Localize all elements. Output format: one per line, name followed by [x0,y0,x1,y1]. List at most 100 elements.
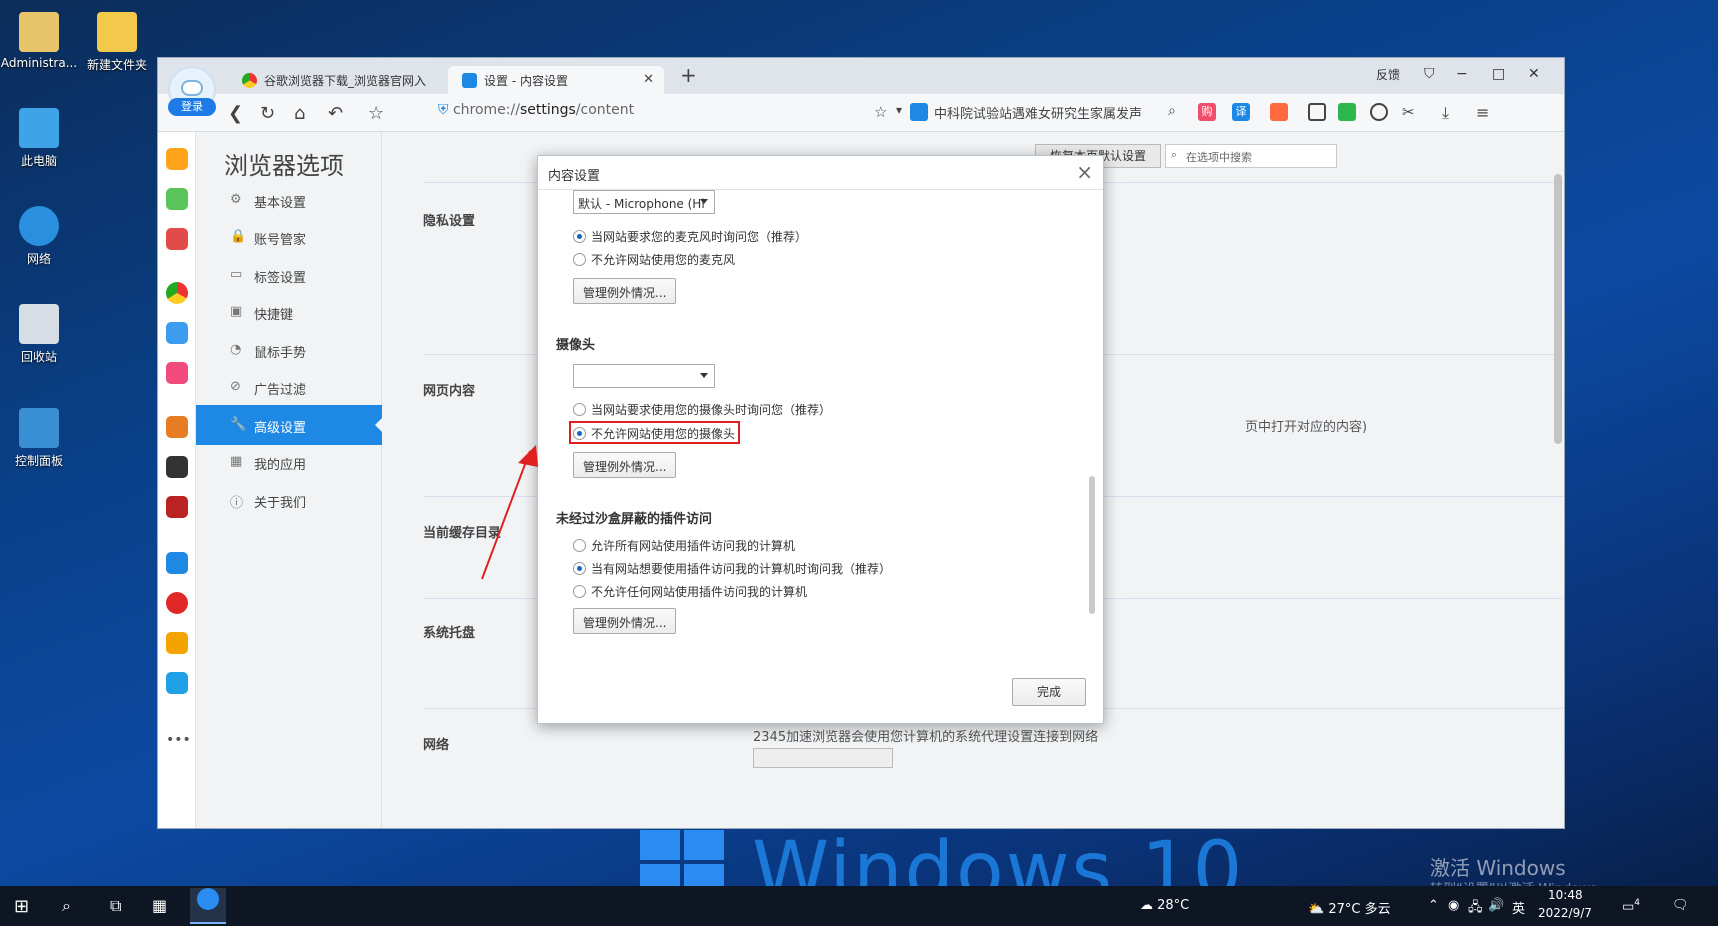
58-icon[interactable] [166,632,188,654]
speed-icon[interactable] [1370,103,1388,121]
more-icon[interactable]: ••• [166,732,191,754]
game-icon[interactable] [1270,103,1288,121]
volume-icon[interactable]: 🔊 [1488,898,1504,913]
tray-chevron-up-icon[interactable]: ⌃ [1428,898,1439,913]
desktop-icon-control-panel[interactable]: 控制面板 [0,408,78,469]
desktop-icon-this-pc[interactable]: 此电脑 [0,108,78,169]
mic-block-radio[interactable]: 不允许网站使用您的麦克风 [573,251,735,268]
chevron-down-icon [700,199,708,208]
close-tab-icon[interactable]: ✕ [643,72,654,87]
nav-tab-settings[interactable]: ▭ 标签设置 [196,255,382,295]
nav-basic-settings[interactable]: ⚙ 基本设置 [196,180,382,220]
settings-search-input[interactable]: ⌕ 在选项中搜索 [1165,144,1337,168]
web-content-hint: 页中打开对应的内容) [1245,420,1368,435]
desktop-icon-administrator[interactable]: Administra... [0,12,78,70]
desktop-icon-recycle-bin[interactable]: 回收站 [0,304,78,365]
camera-manage-exceptions-button[interactable]: 管理例外情况... [573,452,677,478]
plugin-block-radio[interactable]: 不允许任何网站使用插件访问我的计算机 [573,583,807,600]
search-icon[interactable]: ⌕ [1168,103,1176,119]
tray-browser-icon[interactable]: ◉ [1448,898,1459,913]
reload-icon[interactable]: ↻ [260,103,275,124]
apps-grid-icon[interactable] [1308,103,1326,121]
scissors-icon[interactable]: ✂ [1402,103,1415,121]
weather-widget-2[interactable]: ⛅ 27°C 多云 [1308,898,1391,917]
search-icon[interactable]: ⌕ [62,896,71,916]
section-network: 网络 [423,738,450,753]
mic-ask-radio[interactable]: 当网站要求您的麦克风时询问您（推荐） [573,228,807,245]
microphone-select[interactable]: 默认 - Microphone (Hi [573,190,715,214]
radio-unselected-icon [573,253,586,266]
start-windows-icon[interactable]: ⊞ [14,896,29,917]
game-warrior-icon[interactable] [166,496,188,518]
ime-indicator[interactable]: 英 [1512,898,1525,917]
mic-manage-exceptions-button[interactable]: 管理例外情况... [573,278,677,304]
tab-content-settings[interactable]: 设置 - 内容设置 ✕ [448,66,664,94]
weather-widget-1[interactable]: ☁ 28°C [1140,898,1189,913]
undo-close-icon[interactable]: ↶ [328,103,343,124]
plugin-allow-radio[interactable]: 允许所有网站使用插件访问我的计算机 [573,537,795,554]
app-grid-icon[interactable] [166,322,188,344]
close-window-button[interactable]: ✕ [1528,66,1540,82]
nav-shortcuts[interactable]: ▣ 快捷键 [196,292,382,332]
back-icon[interactable]: ❮ [228,103,243,124]
plugin-manage-exceptions-button[interactable]: 管理例外情况... [573,608,677,634]
action-center-icon[interactable]: 🗨 [1672,898,1689,913]
task-view-icon[interactable]: ⧉ [110,896,121,916]
news-icon[interactable] [910,103,928,121]
translate-icon[interactable]: 译 [1232,103,1250,121]
clock-time[interactable]: 10:48 [1548,888,1583,902]
nav-my-apps[interactable]: ▦ 我的应用 [196,442,382,482]
feedback-link[interactable]: 反馈 [1376,66,1400,83]
page-scrollbar[interactable] [1554,174,1562,444]
proxy-settings-button[interactable] [753,748,893,768]
camera-section-title: 摄像头 [556,338,596,353]
network-icon [19,206,59,246]
skin-icon[interactable]: ⛉ [1424,66,1435,82]
chrome-favicon-icon [242,73,257,88]
dropdown-chevron-icon[interactable]: ▾ [896,103,902,117]
nav-mouse-gestures[interactable]: ◔ 鼠标手势 [196,330,382,370]
chrome-icon[interactable] [166,282,188,304]
bookmark-star-icon[interactable]: ☆ [368,103,384,124]
dialog-scrollbar[interactable] [1089,476,1095,614]
apps-grid-icon[interactable]: ▦ [152,896,167,915]
download-icon[interactable]: ⤓ [1442,103,1449,123]
tab-google-download[interactable]: 谷歌浏览器下载_浏览器官网入 [228,66,438,94]
camera-select[interactable] [573,364,715,388]
camera-ask-radio[interactable]: 当网站要求使用您的摄像头时询问您（推荐） [573,401,831,418]
game-tiger-icon[interactable] [166,416,188,438]
maximize-button[interactable]: □ [1492,66,1505,82]
bilibili-icon[interactable] [166,672,188,694]
dialog-close-icon[interactable]: × [1076,160,1093,184]
clock-icon[interactable] [166,188,188,210]
notification-icon[interactable]: ▭4 [1622,898,1640,914]
network-tray-icon[interactable]: 🖧 [1468,898,1483,920]
nav-advanced-settings[interactable]: 🔧 高级设置 [196,405,383,445]
tieba-icon[interactable] [166,552,188,574]
store-icon[interactable] [166,362,188,384]
home-icon[interactable]: ⌂ [294,103,305,124]
music-icon[interactable] [166,592,188,614]
news-ticker[interactable]: 中科院试验站遇难女研究生家属发声 [934,103,1164,122]
done-button[interactable]: 完成 [1012,678,1086,706]
browser-taskbar-button[interactable] [190,888,226,924]
shopping-icon[interactable]: 购 [1198,103,1216,121]
minimize-button[interactable]: − [1456,66,1468,82]
browser-e-icon [197,888,219,910]
menu-icon[interactable]: ≡ [1476,103,1489,122]
game-dragon-icon[interactable] [166,456,188,478]
wechat-icon[interactable] [1338,103,1356,121]
plugin-ask-radio[interactable]: 当有网站想要使用插件访问我的计算机时询问我（推荐） [573,560,891,577]
pdf-icon[interactable] [166,228,188,250]
favorite-star-icon[interactable]: ☆ [874,103,887,121]
favorites-star-icon[interactable] [166,148,188,170]
title-bar: 谷歌浏览器下载_浏览器官网入 设置 - 内容设置 ✕ + 反馈 ⛉ − □ ✕ [158,58,1564,94]
desktop-icon-network[interactable]: 网络 [0,206,78,267]
nav-account[interactable]: 🔒 账号管家 [196,217,382,257]
new-tab-button[interactable]: + [680,63,697,87]
nav-ad-filter[interactable]: ⊘ 广告过滤 [196,367,382,407]
nav-about[interactable]: ⓘ 关于我们 [196,480,382,520]
login-button[interactable]: 登录 [168,98,216,116]
desktop-icon-new-folder[interactable]: 新建文件夹 [78,12,156,73]
clock-date[interactable]: 2022/9/7 [1538,906,1592,920]
